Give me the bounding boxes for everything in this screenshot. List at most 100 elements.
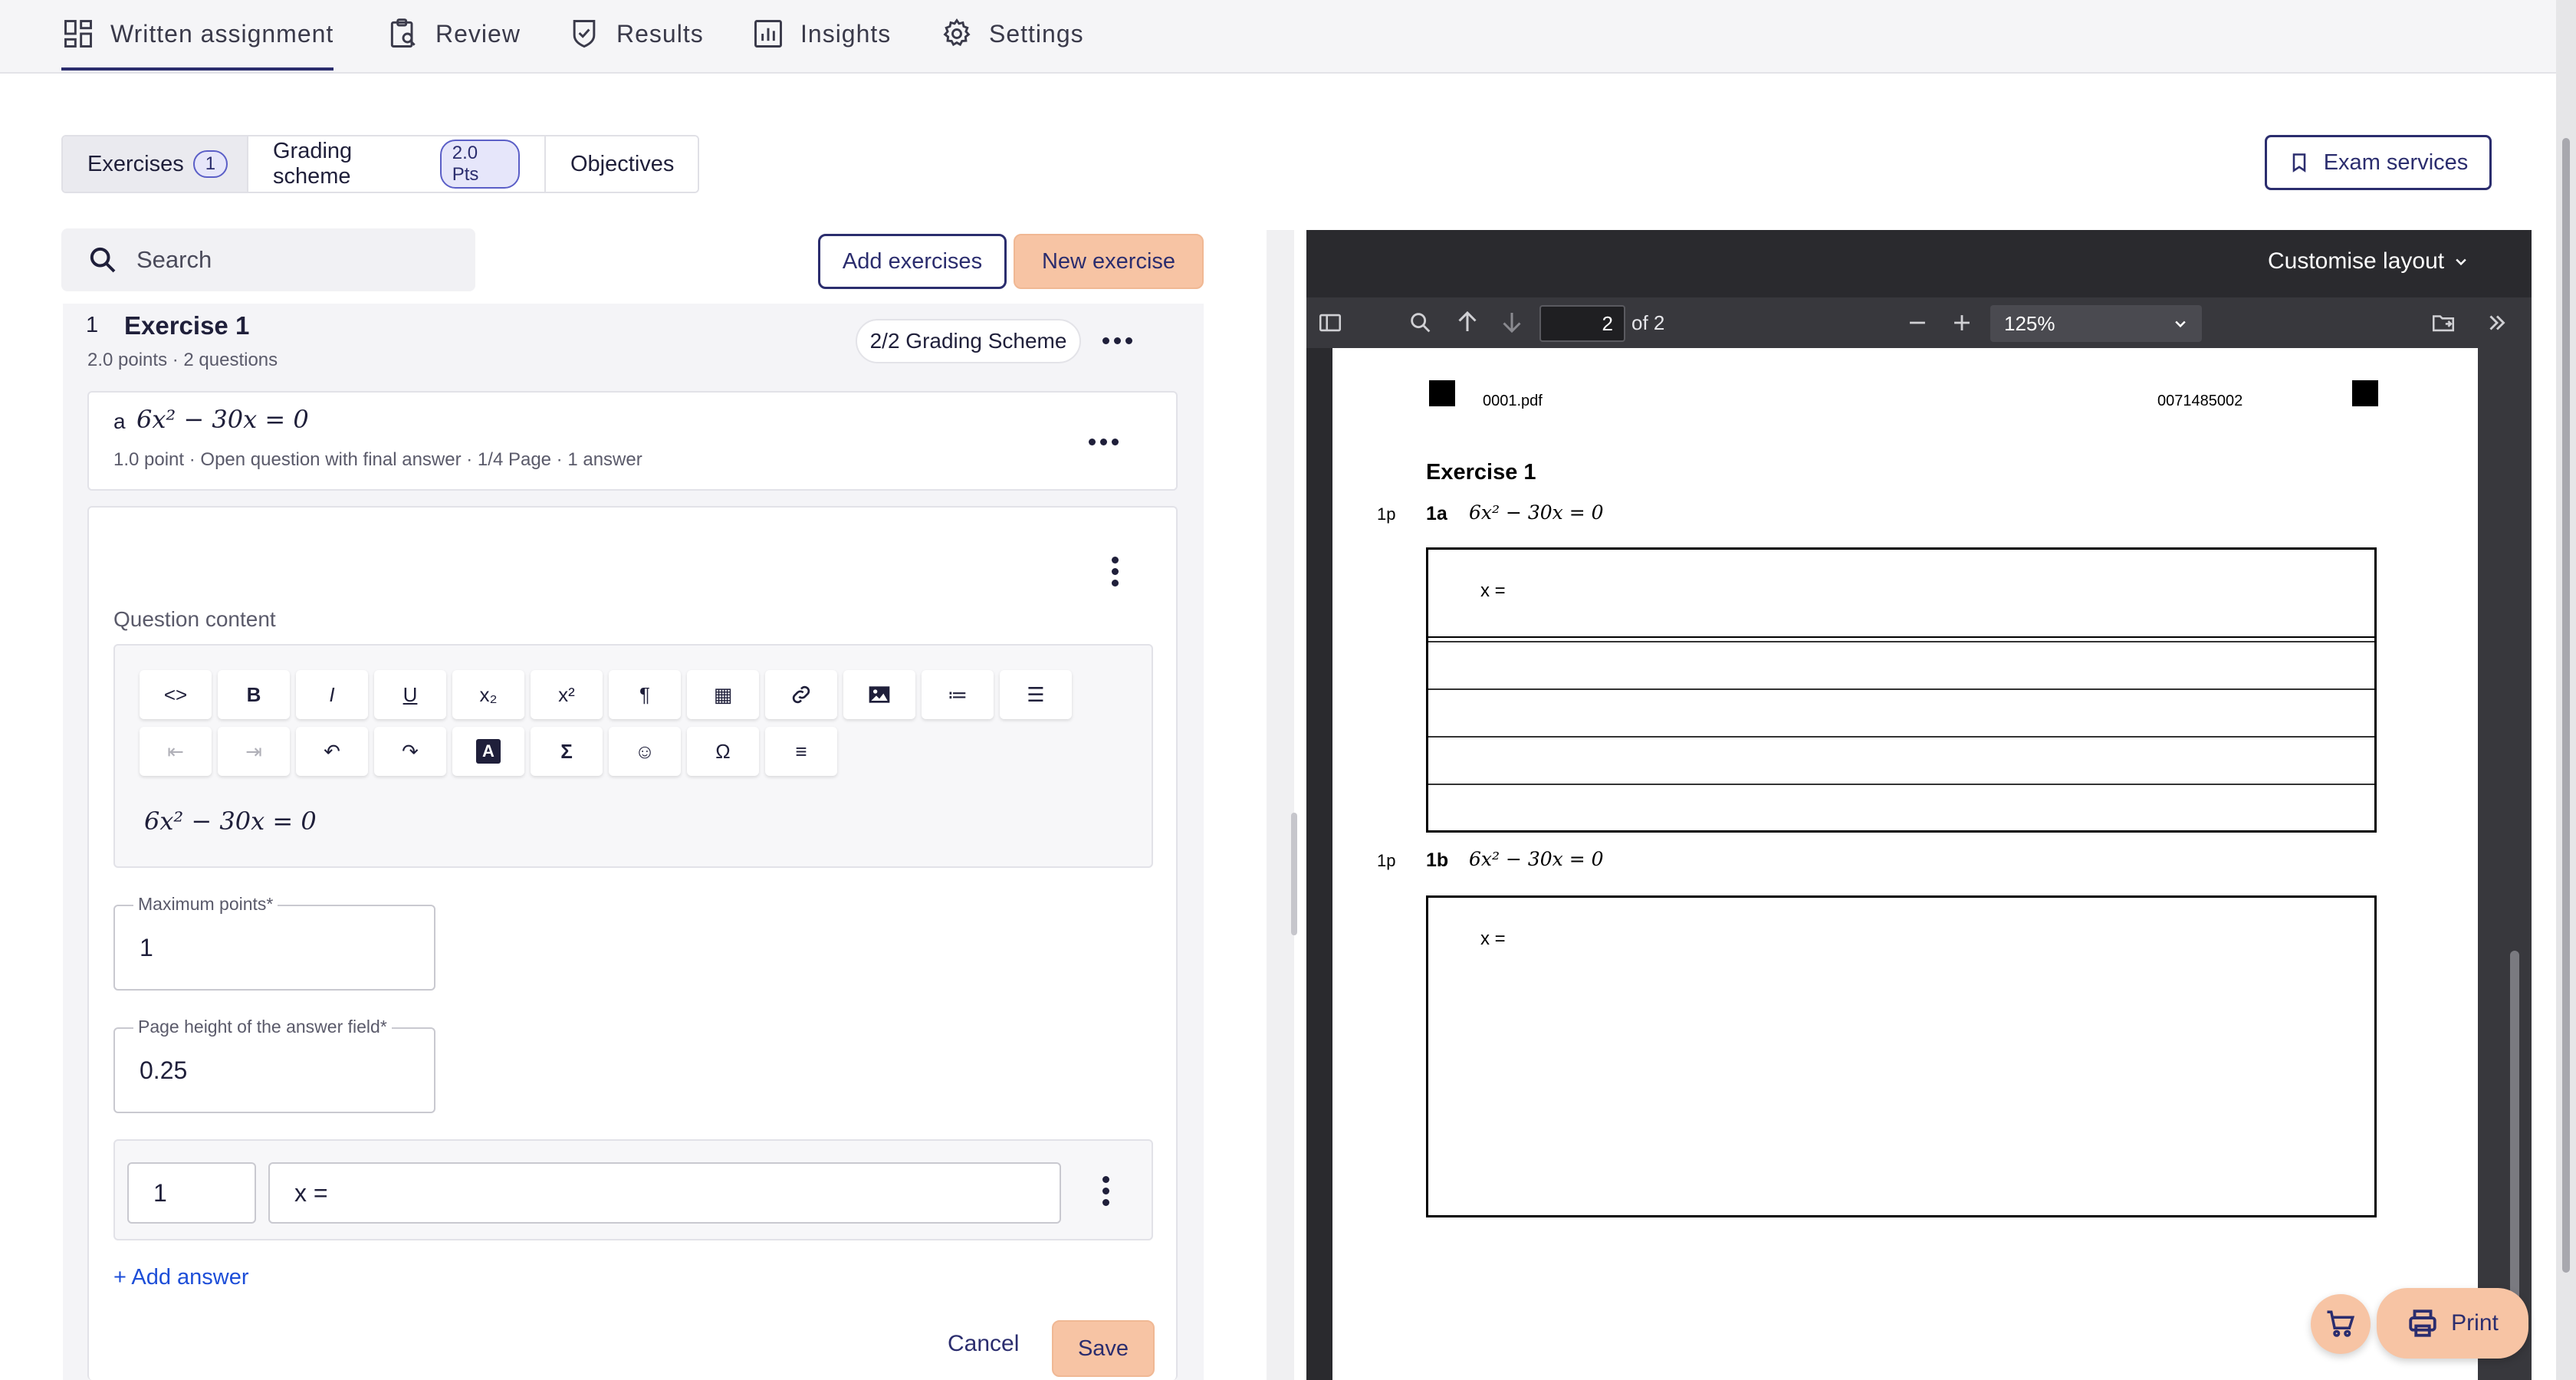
pdf-ruled-line [1428,784,2374,785]
nav-insights[interactable]: Insights [751,17,891,71]
editor-more-icon[interactable] [1112,557,1119,586]
add-answer-link[interactable]: + Add answer [113,1265,249,1290]
section-tabs: Exercises 1 Grading scheme 2.0 Pts Objec… [61,135,699,193]
nav-written-assignment[interactable]: Written assignment [61,17,334,71]
zoom-select[interactable]: 125% [1990,305,2202,342]
redo-button[interactable]: ↷ [374,727,446,776]
emoji-button[interactable]: ☺ [609,727,681,776]
italic-button[interactable]: I [296,670,368,719]
question-formula: 6x² − 30x = 0 [136,405,309,434]
search-icon[interactable] [1408,310,1434,336]
indent-button[interactable]: ⇥ [218,727,290,776]
panel-scrollbar[interactable] [1267,230,1294,1380]
zoom-out-icon[interactable] [1904,310,1930,336]
page-height-field[interactable]: Page height of the answer field* 0.25 [113,1017,435,1113]
pdf-answer-box: x = [1426,895,2377,1217]
formula-button[interactable]: Σ [531,727,603,776]
ordered-list-button[interactable]: ≔ [922,670,994,719]
add-exercises-button[interactable]: Add exercises [818,234,1007,289]
answer-text-input[interactable]: x = [268,1162,1061,1224]
tab-label: Exercises [87,151,184,176]
underline-button[interactable]: U [374,670,446,719]
pdf-viewer: Customise layout 2 of 2 125% 0001.pdf 00… [1306,230,2532,1380]
pdf-page: 0001.pdf 0071485002 Exercise 1 1p 1a 6x²… [1332,348,2478,1380]
count-badge: 1 [192,150,228,178]
link-button[interactable] [765,670,837,719]
grading-scheme-chip[interactable]: 2/2 Grading Scheme [856,319,1081,363]
question-content-label: Question content [113,607,276,631]
max-points-field[interactable]: Maximum points* 1 [113,894,435,991]
outdent-button[interactable]: ⇤ [140,727,212,776]
bookmark-icon [2292,153,2306,172]
panel-scrollbar-thumb[interactable] [1291,813,1297,935]
pdf-ruled-line [1428,641,2374,642]
registration-mark [2352,380,2378,406]
open-file-icon[interactable] [2430,310,2456,336]
new-exercise-button[interactable]: New exercise [1014,234,1204,289]
pdf-answer-box: x = [1426,547,2377,638]
editor-content[interactable]: 6x² − 30x = 0 [144,807,317,836]
subscript-button[interactable]: x₂ [452,670,524,719]
cart-button[interactable] [2311,1294,2371,1354]
chevron-down-icon [2456,258,2466,266]
paragraph-button[interactable]: ¶ [609,670,681,719]
chevron-down-icon [2175,320,2186,328]
question-more-icon[interactable] [1089,439,1119,445]
pdf-exercise-title: Exercise 1 [1426,460,1536,485]
exercise-title: Exercise 1 [124,311,250,340]
image-button[interactable] [843,670,915,719]
unordered-list-button[interactable]: ☰ [1000,670,1072,719]
align-button[interactable]: ≡ [765,727,837,776]
shield-check-icon [573,20,596,48]
question-letter: a [113,409,126,433]
exam-services-button[interactable]: Exam services [2265,135,2492,190]
superscript-button[interactable]: x² [531,670,603,719]
bold-button[interactable]: B [218,670,290,719]
tab-objectives[interactable]: Objectives [546,136,698,192]
arrow-up-icon[interactable] [1454,308,1481,336]
text-color-button[interactable]: A [452,727,524,776]
pdf-answer-label: x = [1480,928,1506,949]
arrow-down-icon[interactable] [1498,308,1526,336]
top-navigation: Written assignment Review Results Insigh… [0,0,2556,74]
pdf-q1-formula: 6x² − 30x = 0 [1469,501,1604,524]
nav-results[interactable]: Results [567,17,704,71]
search-input[interactable]: Search [61,228,475,291]
nav-settings[interactable]: Settings [940,17,1084,71]
nav-review[interactable]: Review [386,17,521,71]
exercise-more-icon[interactable] [1102,337,1132,344]
page-height-value: 0.25 [140,1056,188,1084]
answer-more-icon[interactable] [1102,1176,1109,1206]
tab-exercises[interactable]: Exercises 1 [63,136,248,192]
tab-grading-scheme[interactable]: Grading scheme 2.0 Pts [248,136,546,192]
save-button[interactable]: Save [1052,1320,1155,1377]
page-scrollbar-thumb[interactable] [2562,138,2570,1273]
pdf-scrollbar-thumb[interactable] [2510,951,2519,1349]
nav-label: Settings [989,20,1084,48]
registration-mark [1429,380,1455,406]
nav-label: Results [616,20,704,48]
double-chevron-right-icon[interactable] [2484,310,2510,336]
pdf-scrollbar[interactable] [2478,348,2532,1380]
pdf-code: 0071485002 [2157,393,2243,409]
special-char-button[interactable]: Ω [687,727,759,776]
page-number-input[interactable]: 2 [1539,305,1625,342]
table-button[interactable]: ▦ [687,670,759,719]
customise-layout-button[interactable]: Customise layout [2268,248,2469,274]
points-badge: 2.0 Pts [439,140,520,189]
question-card[interactable]: a 6x² − 30x = 0 1.0 point · Open questio… [87,391,1178,491]
page-scrollbar[interactable] [2556,0,2576,1380]
print-button[interactable]: Print [2377,1288,2528,1359]
zoom-in-icon[interactable] [1949,310,1975,336]
nav-label: Insights [800,20,892,48]
pdf-lined-area [1426,638,2377,833]
answer-number-input[interactable]: 1 [127,1162,256,1224]
exercise-panel: 1 Exercise 1 2.0 points · 2 questions 2/… [63,304,1204,1380]
pdf-answer-label: x = [1480,580,1506,601]
undo-button[interactable]: ↶ [296,727,368,776]
cancel-button[interactable]: Cancel [948,1331,1019,1357]
code-view-button[interactable]: <> [140,670,212,719]
rich-text-editor[interactable]: <> B I U x₂ x² ¶ ▦ ≔ ☰ ⇤ ⇥ ↶ ↷ A Σ ☺ Ω ≡… [113,644,1153,868]
pdf-q1-label: 1a [1426,503,1447,524]
sidebar-toggle-icon[interactable] [1317,310,1343,336]
